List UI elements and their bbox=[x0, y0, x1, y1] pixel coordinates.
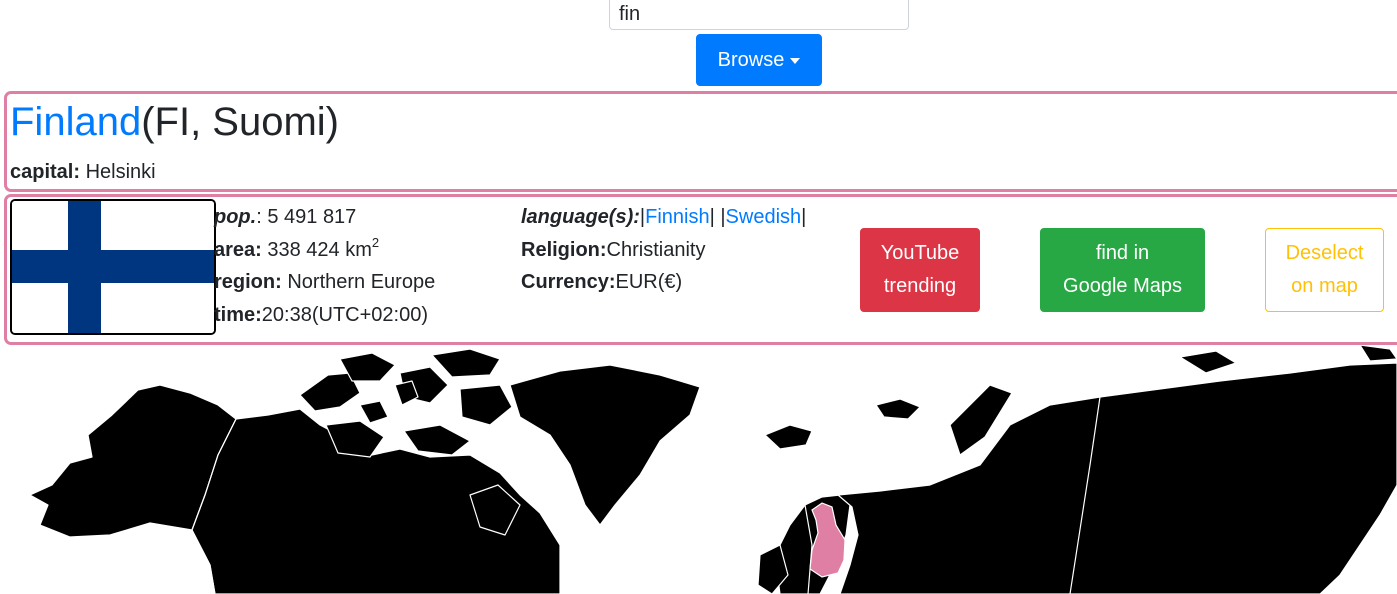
maps-button-line2: Google Maps bbox=[1063, 275, 1182, 297]
capital-label: capital: bbox=[10, 161, 81, 183]
youtube-button-line2: trending bbox=[883, 275, 957, 297]
map-region-arctic-island bbox=[431, 348, 501, 378]
region-line: region: Northern Europe bbox=[214, 266, 435, 299]
population-line: pop.: 5 491 817 bbox=[214, 201, 435, 234]
stats-column: pop.: 5 491 817 area: 338 424 km2 region… bbox=[214, 201, 435, 331]
deselect-button-line1: Deselect bbox=[1285, 242, 1364, 264]
languages-label: language(s): bbox=[521, 206, 640, 228]
map-region-greenland bbox=[509, 364, 701, 526]
capital-line: capital: Helsinki bbox=[10, 161, 156, 184]
finland-flag-icon bbox=[10, 199, 216, 335]
country-title-card: Finland(FI, Suomi) capital: Helsinki bbox=[4, 91, 1397, 192]
browse-button-label: Browse bbox=[717, 48, 785, 71]
currency-value: EUR(€) bbox=[615, 271, 683, 293]
languages-line: language(s):|Finnish| |Swedish| bbox=[521, 206, 807, 228]
world-map[interactable] bbox=[0, 345, 1397, 594]
region-value: Northern Europe bbox=[287, 271, 436, 293]
deselect-button-line2: on map bbox=[1291, 275, 1358, 297]
language-link-swedish[interactable]: Swedish bbox=[726, 206, 802, 228]
google-maps-button[interactable]: find in Google Maps bbox=[1040, 228, 1205, 312]
religion-label: Religion: bbox=[521, 238, 607, 261]
map-region-arctic-island bbox=[359, 400, 389, 424]
country-details-card: pop.: 5 491 817 area: 338 424 km2 region… bbox=[4, 194, 1397, 345]
country-codes: (FI, Suomi) bbox=[141, 100, 339, 144]
capital-value: Helsinki bbox=[85, 161, 156, 183]
area-line: area: 338 424 km2 bbox=[214, 234, 435, 267]
deselect-on-map-button[interactable]: Deselect on map bbox=[1265, 228, 1384, 312]
country-search-input[interactable] bbox=[609, 0, 909, 30]
population-value: : 5 491 817 bbox=[256, 206, 357, 228]
country-name-link[interactable]: Finland bbox=[10, 100, 141, 144]
map-region-arctic-island bbox=[459, 384, 513, 426]
area-label: area: bbox=[214, 238, 262, 261]
currency-line: Currency:EUR(€) bbox=[521, 266, 806, 299]
population-label: pop. bbox=[214, 206, 257, 228]
time-line: time:20:38(UTC+02:00) bbox=[214, 299, 435, 332]
map-region-svalbard bbox=[875, 398, 921, 420]
map-region-arctic-island bbox=[403, 424, 471, 456]
youtube-button-line1: YouTube bbox=[880, 242, 960, 264]
religion-line: Religion:Christianity bbox=[521, 234, 806, 267]
area-value: 338 424 km bbox=[267, 238, 372, 261]
maps-button-line1: find in bbox=[1095, 242, 1150, 264]
map-region-iceland bbox=[764, 424, 813, 450]
browse-dropdown-button[interactable]: Browse bbox=[696, 34, 822, 86]
time-label: time: bbox=[214, 303, 262, 326]
map-region-siberian-island bbox=[1179, 350, 1237, 374]
country-heading: Finland(FI, Suomi) bbox=[10, 96, 339, 148]
culture-column: language(s):|Finnish| |Swedish| Religion… bbox=[521, 201, 806, 299]
region-label: region: bbox=[214, 271, 282, 293]
language-link-finnish[interactable]: Finnish bbox=[645, 206, 709, 228]
time-value: 20:38(UTC+02:00) bbox=[261, 303, 428, 326]
religion-value: Christianity bbox=[606, 238, 706, 261]
map-region-russia bbox=[837, 362, 1397, 594]
area-unit-superscript: 2 bbox=[371, 234, 380, 250]
currency-label: Currency: bbox=[521, 271, 616, 293]
youtube-trending-button[interactable]: YouTube trending bbox=[860, 228, 980, 312]
caret-down-icon bbox=[790, 57, 801, 64]
map-region-siberian-island bbox=[1359, 345, 1397, 362]
